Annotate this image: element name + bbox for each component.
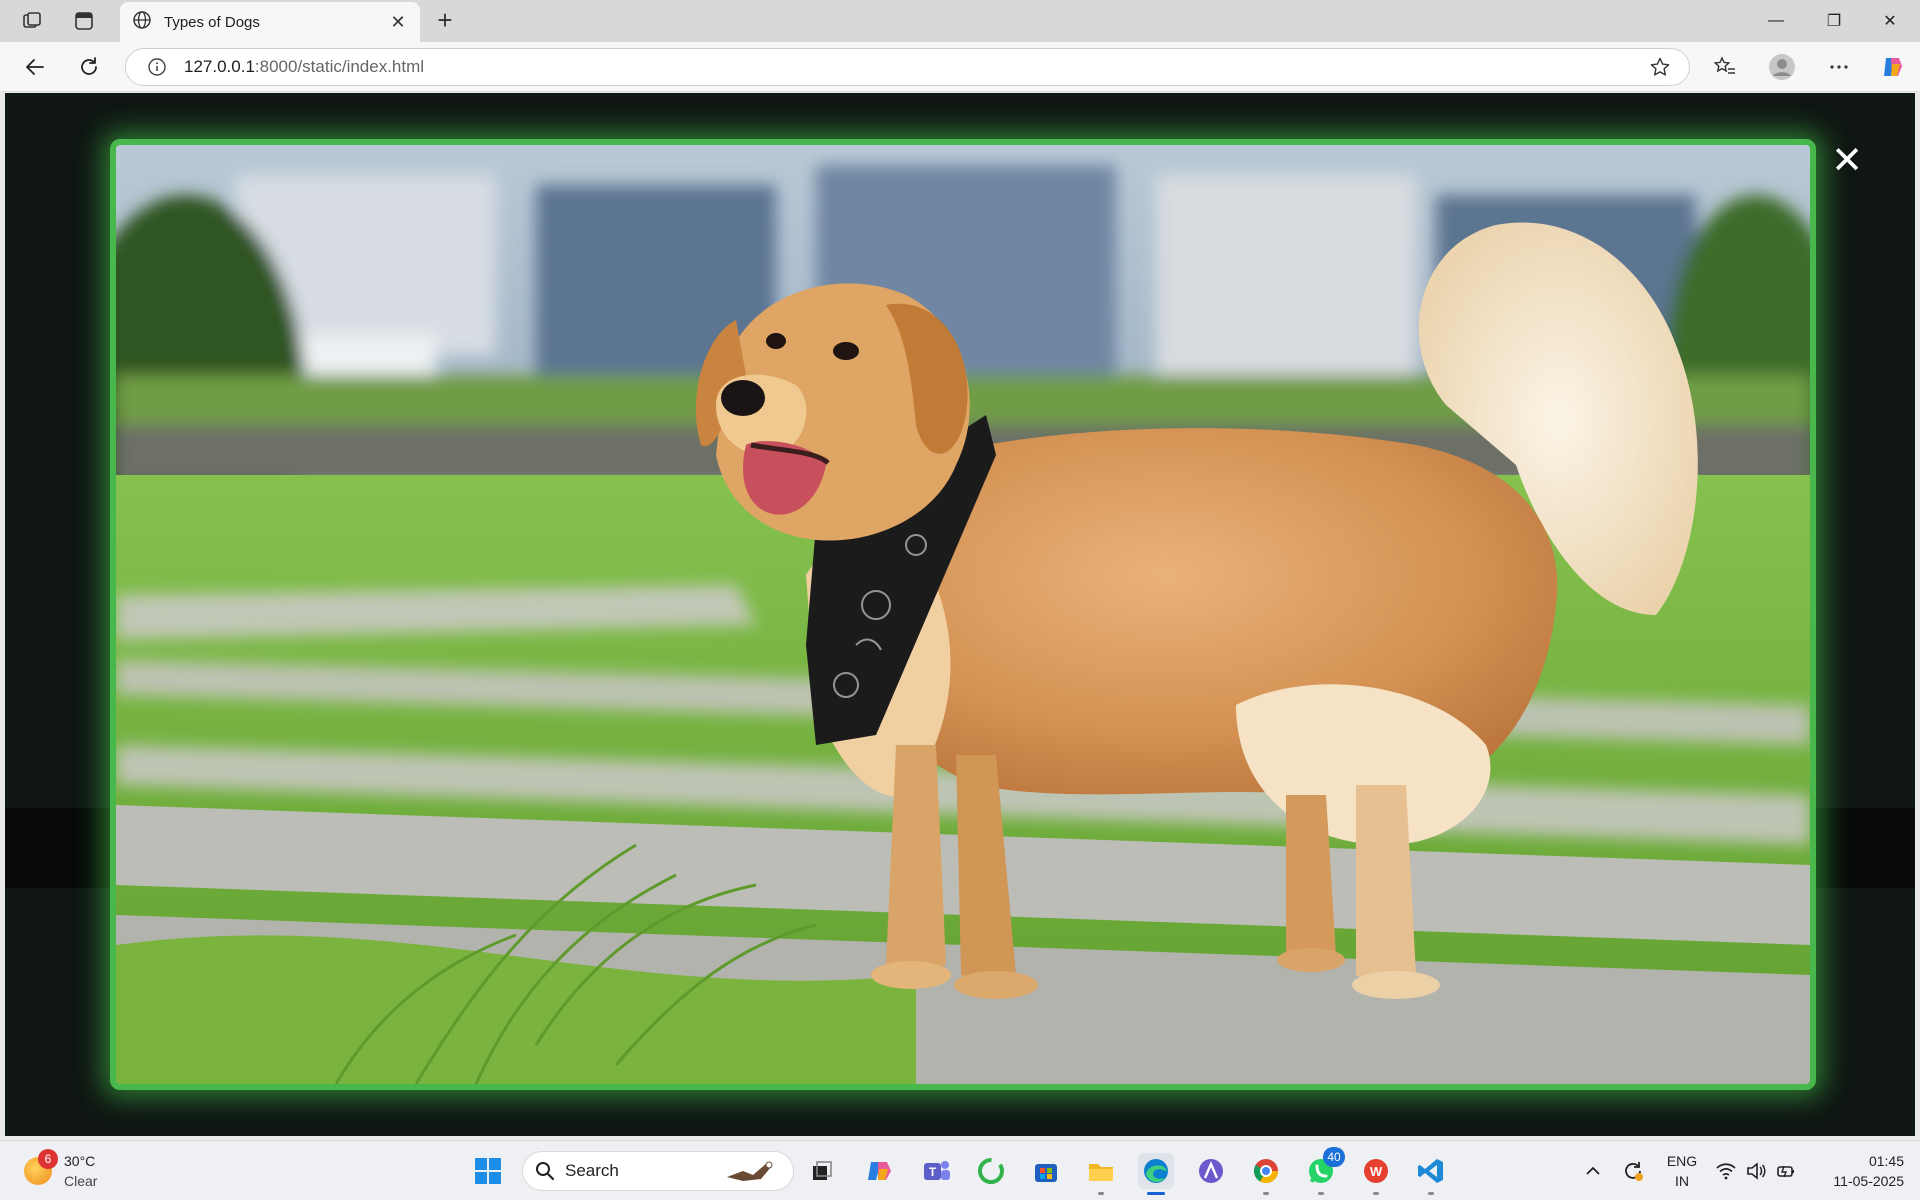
globe-icon [132,10,152,35]
address-bar[interactable]: 127.0.0.1:8000/static/index.html [125,48,1690,86]
workspaces-icon[interactable] [18,8,46,34]
sync-tray-icon[interactable] [1618,1153,1648,1189]
a-app[interactable] [1193,1153,1229,1189]
tab-close-icon[interactable]: ✕ [388,12,408,33]
search-icon [535,1161,555,1181]
refresh-button[interactable] [72,51,106,83]
tab-strip: Types of Dogs ✕ + — ❐ ✕ [0,0,1920,42]
favorites-icon [1713,56,1735,74]
clock-date: 11-05-2025 [1833,1173,1904,1189]
tab-types-of-dogs[interactable]: Types of Dogs ✕ [120,2,420,42]
page-content: ✕ [5,93,1915,1136]
minimize-button[interactable]: — [1748,6,1804,36]
start-button[interactable] [470,1153,506,1189]
weather-badge: 6 [38,1149,58,1169]
favorite-star-icon[interactable] [1645,52,1675,82]
battery-icon[interactable] [1772,1153,1800,1189]
edge-icon [1144,1159,1168,1183]
weather-widget[interactable]: 6 30°C Clear [24,1149,134,1193]
edge-app[interactable] [1138,1153,1174,1195]
store-app[interactable] [1028,1153,1064,1189]
teams-app[interactable]: T [918,1153,954,1189]
svg-text:W: W [1370,1164,1383,1179]
lightbox-close-button[interactable]: ✕ [1827,140,1867,180]
language-indicator[interactable]: ENG IN [1662,1151,1702,1191]
copilot-app-icon [868,1162,891,1180]
lightbox-image-frame [110,139,1816,1090]
copilot-icon [1884,58,1902,76]
more-menu-button[interactable] [1822,51,1856,83]
taskbar-search[interactable]: Search [522,1151,794,1191]
close-window-button[interactable]: ✕ [1862,6,1918,36]
chrome-app[interactable] [1248,1153,1284,1195]
store-icon [1035,1164,1057,1182]
wps-office-app[interactable]: W [1358,1153,1394,1195]
maximize-button[interactable]: ❐ [1806,6,1862,36]
copilot-app[interactable] [862,1153,898,1189]
clock[interactable]: 01:45 11-05-2025 [1812,1151,1904,1191]
teams-icon: T [924,1161,950,1180]
wps-icon: W [1364,1159,1388,1183]
new-tab-button[interactable]: + [430,7,460,34]
task-view-icon [813,1161,832,1180]
more-dots-icon [1830,65,1848,69]
url-text[interactable]: 127.0.0.1:8000/static/index.html [184,57,1645,77]
vscode-icon [1418,1159,1443,1183]
show-hidden-icons-button[interactable] [1580,1153,1606,1189]
triangle-app-icon [1199,1159,1223,1183]
avatar [1769,54,1795,80]
back-button[interactable] [18,51,52,83]
search-label: Search [565,1161,619,1180]
whatsapp-badge: 40 [1323,1147,1345,1167]
taskbar: 6 30°C Clear Search T 40 W ENG IN 01:45 … [0,1140,1920,1200]
search-highlight-icon [723,1157,783,1185]
site-info-icon[interactable] [146,56,168,78]
tab-title: Types of Dogs [164,13,260,31]
vscode-app[interactable] [1413,1153,1449,1195]
sync-app[interactable] [973,1153,1009,1189]
tab-actions-icon[interactable] [70,8,98,34]
whatsapp-app[interactable]: 40 [1303,1147,1345,1195]
navigation-bar: 127.0.0.1:8000/static/index.html [0,42,1920,92]
weather-condition: Clear [64,1173,98,1189]
clock-time: 01:45 [1868,1153,1904,1169]
ring-app-icon [978,1158,1004,1184]
volume-icon[interactable] [1742,1153,1770,1189]
refresh-icon [81,57,97,75]
favorites-button[interactable] [1708,51,1742,83]
copilot-button[interactable] [1876,51,1910,83]
back-arrow-icon [26,59,44,75]
svg-text:T: T [929,1165,937,1179]
file-explorer-app[interactable] [1083,1153,1119,1195]
profile-button[interactable] [1765,51,1799,83]
wifi-icon[interactable] [1712,1153,1740,1189]
chrome-icon [1253,1159,1278,1184]
chevron-up-icon [1586,1166,1600,1175]
folder-icon [1089,1164,1113,1181]
task-view-button[interactable] [804,1153,840,1189]
weather-temperature: 30°C [64,1153,96,1169]
windows-icon [475,1158,501,1184]
dog-photo [116,145,1810,1084]
